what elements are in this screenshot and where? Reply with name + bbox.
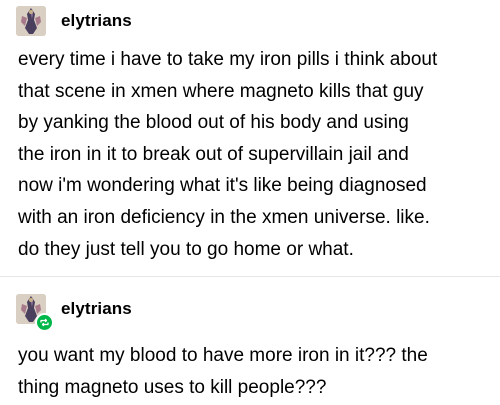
avatar[interactable] <box>16 6 46 36</box>
post-header: elytrians <box>16 6 132 36</box>
avatar-art-icon <box>16 6 46 36</box>
avatar[interactable] <box>16 294 54 332</box>
reblog-icon <box>35 313 54 332</box>
post-header: elytrians <box>16 294 132 332</box>
post-body-text: every time i have to take my iron pills … <box>18 49 438 260</box>
post-divider <box>0 276 500 277</box>
username[interactable]: elytrians <box>61 299 132 319</box>
username[interactable]: elytrians <box>61 11 132 31</box>
post-body-text: you want my blood to have more iron in i… <box>18 345 428 398</box>
